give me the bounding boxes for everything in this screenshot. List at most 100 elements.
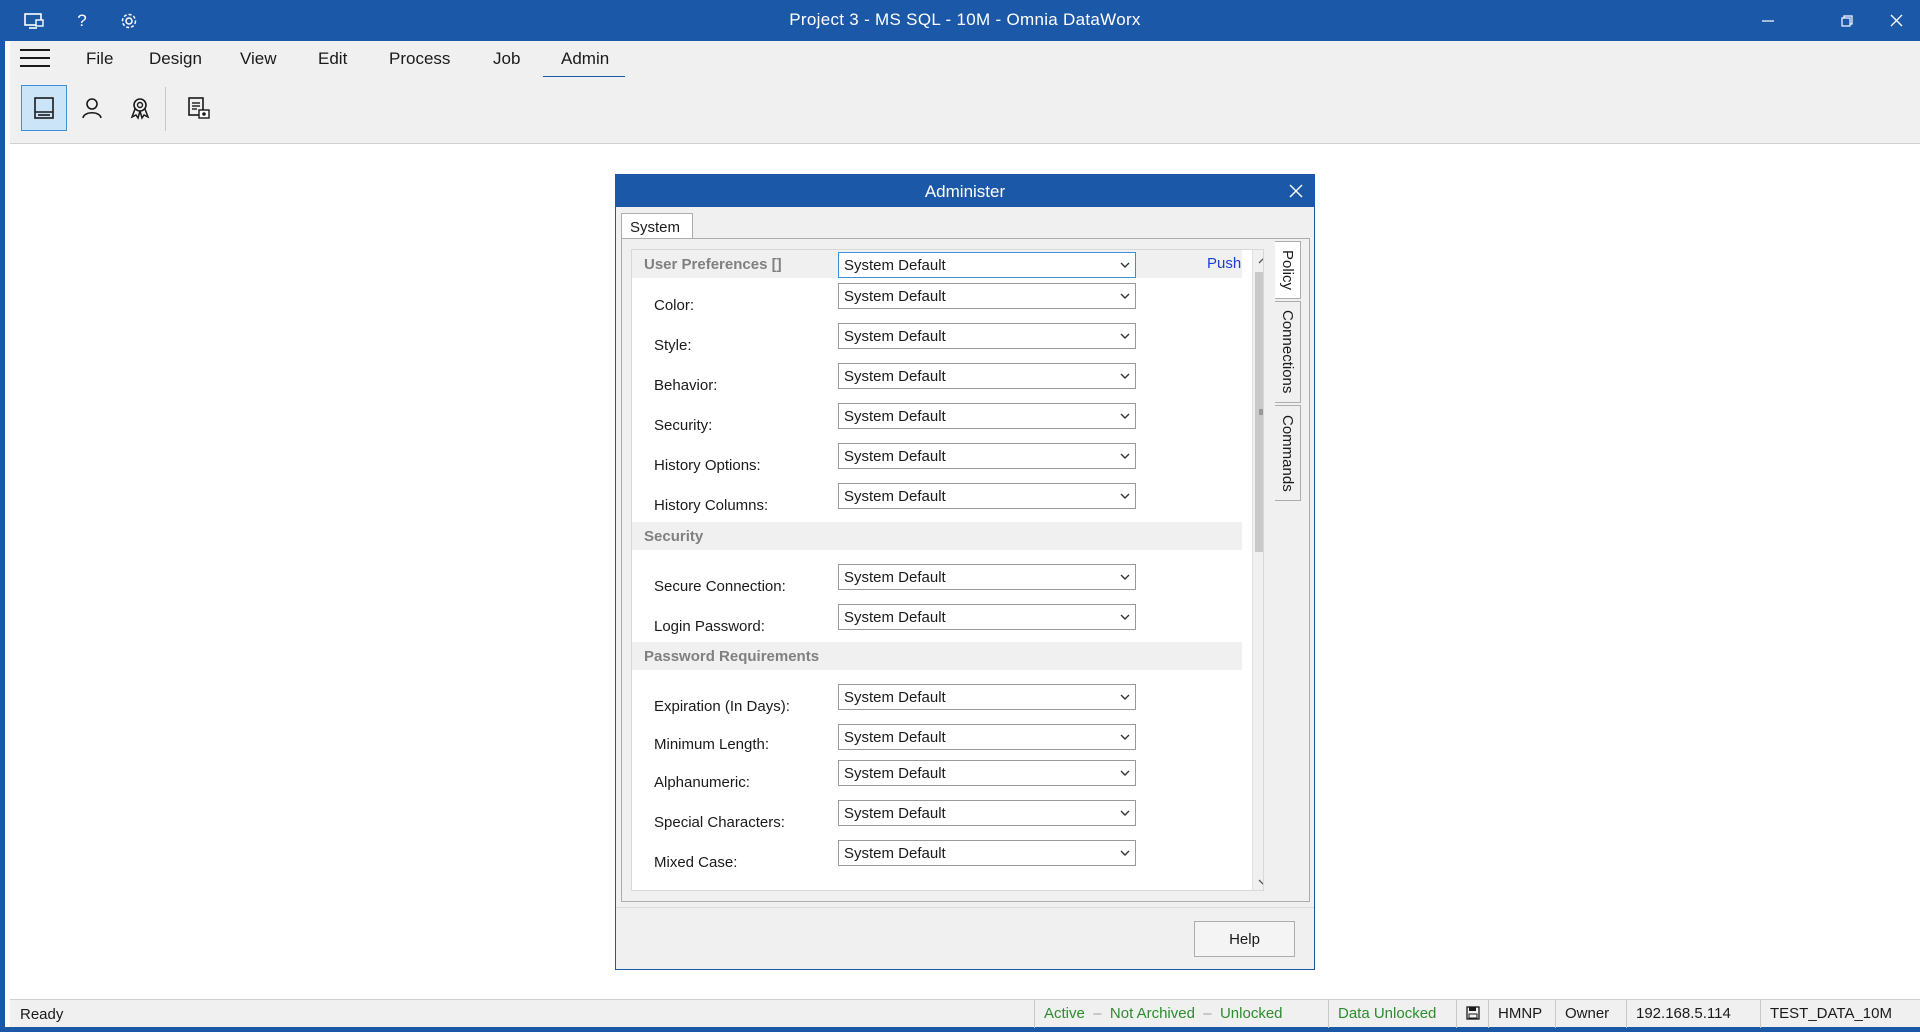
style-select[interactable]: System Default [838, 323, 1136, 349]
login-password-select[interactable]: System Default [838, 604, 1136, 630]
status-owner: Owner [1555, 1000, 1618, 1028]
menu-job[interactable]: Job [493, 49, 520, 69]
security-pref-label: Security: [654, 417, 713, 434]
status-divider: – [1199, 1005, 1220, 1022]
dialog-close-icon[interactable] [1284, 179, 1308, 203]
status-group: Active – Not Archived – Unlocked [1034, 1000, 1292, 1028]
mixed-case-label: Mixed Case: [654, 854, 738, 871]
menu-design[interactable]: Design [149, 49, 202, 69]
save-disk-icon[interactable] [1456, 1000, 1489, 1028]
minimum-length-label: Minimum Length: [654, 736, 770, 753]
section-header-label: Password Requirements [644, 648, 820, 665]
push-link[interactable]: Push [1207, 255, 1241, 272]
secure-connection-label: Secure Connection: [654, 578, 786, 595]
status-data-unlocked: Data Unlocked [1328, 1000, 1445, 1028]
close-button[interactable] [1873, 0, 1919, 41]
section-password-requirements: Password Requirements [632, 642, 1242, 670]
dialog-footer-divider [616, 907, 1314, 908]
section-security: Security [632, 522, 1242, 550]
history-options-label: History Options: [654, 457, 761, 474]
expiration-select[interactable]: System Default [838, 684, 1136, 710]
select-value: System Default [844, 689, 946, 706]
award-icon [130, 98, 150, 120]
behavior-select[interactable]: System Default [838, 363, 1136, 389]
system-admin-icon [34, 97, 54, 119]
chevron-down-icon [1120, 413, 1130, 419]
behavior-label: Behavior: [654, 377, 718, 394]
menu-view[interactable]: View [240, 49, 277, 69]
licenses-button[interactable] [117, 85, 163, 131]
minimize-button[interactable] [1745, 0, 1791, 41]
select-value: System Default [844, 609, 946, 626]
special-characters-select[interactable]: System Default [838, 800, 1136, 826]
expiration-label: Expiration (In Days): [654, 698, 790, 715]
menu-admin[interactable]: Admin [542, 49, 626, 79]
side-tab-policy[interactable]: Policy [1275, 241, 1301, 299]
select-value: System Default [844, 488, 946, 505]
alphanumeric-select[interactable]: System Default [838, 760, 1136, 786]
dialog-title: Administer [924, 182, 1006, 201]
app-window: ? Project 3 - MS SQL - 10M - Omnia DataW… [0, 0, 1920, 1032]
select-value: System Default [844, 368, 946, 385]
select-value: System Default [844, 729, 946, 746]
side-tab-policy-label: Policy [1279, 249, 1296, 290]
scroll-thumb[interactable] [1255, 272, 1263, 552]
special-characters-label: Special Characters: [654, 814, 785, 831]
login-password-label: Login Password: [654, 618, 765, 635]
scroll-down-arrow-icon[interactable] [1253, 872, 1263, 890]
window-title: Project 3 - MS SQL - 10M - Omnia DataWor… [789, 10, 1141, 29]
history-options-select[interactable]: System Default [838, 443, 1136, 469]
section-header-label: User Preferences [] [644, 256, 782, 273]
side-tab-commands[interactable]: Commands [1275, 405, 1301, 501]
help-button[interactable]: Help [1194, 921, 1295, 957]
status-ready: Ready [20, 1006, 64, 1023]
administer-dialog: Administer System User Preferences [] Sy… [615, 174, 1315, 970]
system-admin-button[interactable] [21, 85, 67, 131]
settings-form: User Preferences [] System Default Push … [631, 249, 1264, 891]
user-icon [82, 98, 102, 119]
history-columns-select[interactable]: System Default [838, 483, 1136, 509]
status-hmnp: HMNP [1488, 1000, 1551, 1028]
status-ip: 192.168.5.114 [1626, 1000, 1740, 1028]
form-scrollbar[interactable] [1252, 250, 1263, 890]
select-value: System Default [844, 257, 946, 274]
color-select[interactable]: System Default [838, 283, 1136, 309]
menu-process[interactable]: Process [389, 49, 450, 69]
hamburger-menu-icon[interactable] [20, 49, 50, 69]
select-value: System Default [844, 288, 946, 305]
menu-file[interactable]: File [86, 49, 113, 69]
side-tab-connections[interactable]: Connections [1275, 301, 1301, 403]
secure-connection-select[interactable]: System Default [838, 564, 1136, 590]
security-pref-select[interactable]: System Default [838, 403, 1136, 429]
chevron-down-icon [1120, 574, 1130, 580]
chevron-down-icon [1120, 493, 1130, 499]
chevron-down-icon [1120, 453, 1130, 459]
select-value: System Default [844, 805, 946, 822]
chevron-down-icon [1120, 333, 1130, 339]
select-value: System Default [844, 408, 946, 425]
scroll-up-arrow-icon[interactable] [1253, 250, 1263, 270]
document-settings-button[interactable] [176, 85, 222, 131]
menu-edit[interactable]: Edit [318, 49, 347, 69]
dialog-title-bar: Administer [616, 175, 1314, 207]
chevron-down-icon [1120, 373, 1130, 379]
chevron-down-icon [1120, 770, 1130, 776]
document-settings-icon [188, 97, 210, 119]
tab-system[interactable]: System [621, 213, 693, 239]
select-value: System Default [844, 845, 946, 862]
minimum-length-select[interactable]: System Default [838, 724, 1136, 750]
select-value: System Default [844, 328, 946, 345]
ribbon-toolbar [10, 77, 1920, 144]
restore-button[interactable] [1824, 0, 1870, 41]
title-bar: ? Project 3 - MS SQL - 10M - Omnia DataW… [5, 0, 1920, 41]
side-tab-commands-label: Commands [1279, 414, 1296, 492]
status-active: Active [1044, 1005, 1085, 1022]
user-preferences-select[interactable]: System Default [838, 252, 1136, 278]
toolbar-separator [165, 87, 166, 131]
status-database: TEST_DATA_10M [1760, 1000, 1901, 1028]
system-tab-panel: User Preferences [] System Default Push … [621, 238, 1310, 902]
users-button[interactable] [69, 85, 115, 131]
history-columns-label: History Columns: [654, 497, 769, 514]
mixed-case-select[interactable]: System Default [838, 840, 1136, 866]
chevron-down-icon [1120, 262, 1130, 268]
